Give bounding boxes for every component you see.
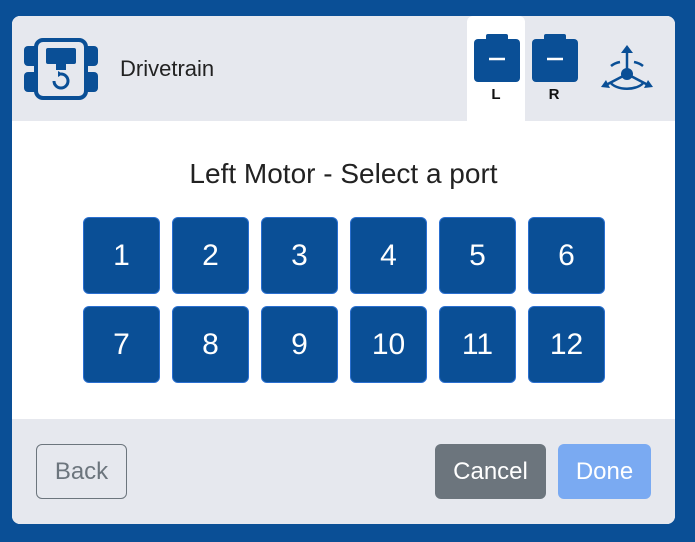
port-button-1[interactable]: 1 [83,217,160,294]
port-button-2[interactable]: 2 [172,217,249,294]
port-select-dialog: Drivetrain L R Left Motor - Select a por… [12,16,675,524]
dialog-footer: Back Cancel Done [12,419,675,524]
drivetrain-device-icon [24,38,98,100]
port-button-7[interactable]: 7 [83,306,160,383]
gyro-sensor-icon[interactable] [600,44,654,92]
port-grid: 1 2 3 4 5 6 7 8 9 10 11 12 [83,217,611,383]
port-button-11[interactable]: 11 [439,306,516,383]
tab-left-motor[interactable]: L [467,16,525,121]
port-button-6[interactable]: 6 [528,217,605,294]
tab-right-motor[interactable]: R [525,16,583,121]
cancel-button[interactable]: Cancel [435,444,546,499]
port-button-10[interactable]: 10 [350,306,427,383]
port-button-3[interactable]: 3 [261,217,338,294]
port-button-4[interactable]: 4 [350,217,427,294]
page-title: Drivetrain [120,56,215,81]
motor-icon [474,34,520,82]
tab-right-label: R [548,86,560,103]
port-select-prompt: Left Motor - Select a port [189,158,498,189]
tab-left-label: L [491,86,501,103]
dialog-header: Drivetrain L R [12,16,675,121]
port-button-8[interactable]: 8 [172,306,249,383]
port-button-5[interactable]: 5 [439,217,516,294]
motor-icon [532,34,578,82]
port-button-9[interactable]: 9 [261,306,338,383]
back-button[interactable]: Back [36,444,127,499]
port-button-12[interactable]: 12 [528,306,605,383]
done-button[interactable]: Done [558,444,651,499]
